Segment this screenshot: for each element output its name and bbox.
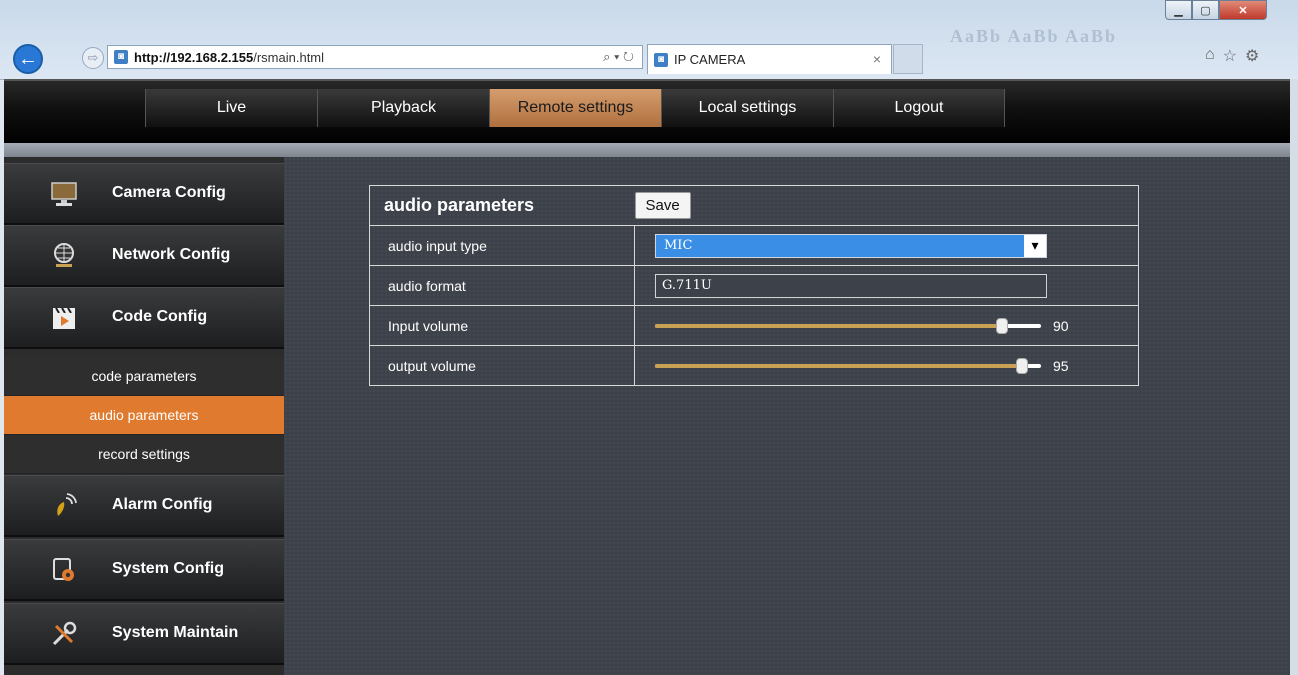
url-text: http://192.168.2.155/rsmain.html xyxy=(134,49,325,65)
sidebar-item-system-maintain[interactable]: System Maintain xyxy=(4,603,284,665)
close-window-button[interactable]: ✕ xyxy=(1219,0,1267,20)
tab-title: IP CAMERA xyxy=(674,52,746,67)
system-gear-icon xyxy=(53,558,74,581)
sidebar: Camera Config Network Config Code Config… xyxy=(4,157,284,675)
nav-logout[interactable]: Logout xyxy=(833,89,1005,127)
site-favicon-icon: ◙ xyxy=(114,50,128,64)
audio-format-label: audio format xyxy=(369,265,635,306)
panel-title: audio parameters xyxy=(384,195,535,215)
output-volume-thumb[interactable] xyxy=(1016,357,1028,374)
audio-parameters-panel: audio parameters Save audio input type M… xyxy=(369,185,1139,386)
sidebar-subitem-audio-parameters[interactable]: audio parameters xyxy=(4,396,284,435)
background-ribbon-ghost: AaBb AaBb AaBb xyxy=(950,26,1118,46)
sidebar-item-alarm-config[interactable]: Alarm Config xyxy=(4,475,284,537)
save-button[interactable]: Save xyxy=(634,192,691,219)
forward-arrow-icon: ⇨ xyxy=(87,50,99,65)
output-volume-value: 95 xyxy=(1053,357,1069,374)
input-volume-slider[interactable]: 90 xyxy=(655,316,1069,336)
forward-button[interactable]: ⇨ xyxy=(82,47,104,69)
new-tab-button[interactable] xyxy=(893,44,923,74)
input-volume-fill xyxy=(655,323,1002,328)
tab-favicon-icon: ◙ xyxy=(654,52,668,67)
browser-tab[interactable]: ◙ IP CAMERA × xyxy=(647,44,892,74)
sidebar-item-code-config[interactable]: Code Config xyxy=(4,287,284,349)
tools-wrench-icon xyxy=(52,621,77,646)
favorites-star-icon[interactable]: ☆ xyxy=(1223,46,1237,66)
chevron-down-icon: ▾ xyxy=(1024,234,1046,257)
sidebar-subitem-record-settings[interactable]: record settings xyxy=(4,435,284,474)
maximize-button[interactable]: ▢ xyxy=(1192,0,1219,20)
address-bar[interactable]: ◙ http://192.168.2.155/rsmain.html ⌕ ▾ ↻ xyxy=(107,45,643,69)
browser-toolbar-right: ⌂ ☆ ⚙ xyxy=(1205,46,1259,66)
output-volume-fill xyxy=(655,363,1022,368)
window-controls: ▁ ▢ ✕ xyxy=(1165,0,1267,20)
clapperboard-icon xyxy=(53,307,75,329)
audio-input-type-label: audio input type xyxy=(369,225,635,266)
audio-input-type-select[interactable]: MIC ▾ xyxy=(655,233,1047,258)
home-icon[interactable]: ⌂ xyxy=(1205,46,1215,66)
separator-strip xyxy=(4,143,1290,157)
top-navigation: Live Playback Remote settings Local sett… xyxy=(4,79,1290,143)
globe-network-icon xyxy=(54,243,74,267)
input-volume-label: Input volume xyxy=(369,305,635,346)
output-volume-slider[interactable]: 95 xyxy=(655,356,1069,376)
input-volume-value: 90 xyxy=(1053,317,1069,334)
alarm-siren-icon xyxy=(57,493,77,516)
browser-chrome: AaBb AaBb AaBb ← ⇨ ◙ http://192.168.2.15… xyxy=(0,0,1298,80)
output-volume-label: output volume xyxy=(369,345,635,386)
tab-close-icon[interactable]: × xyxy=(873,51,881,67)
audio-format-field[interactable]: G.711U xyxy=(655,273,1047,298)
sidebar-item-network-config[interactable]: Network Config xyxy=(4,225,284,287)
minimize-button[interactable]: ▁ xyxy=(1165,0,1192,20)
nav-local-settings[interactable]: Local settings xyxy=(661,89,833,127)
settings-gear-icon[interactable]: ⚙ xyxy=(1245,46,1259,66)
sidebar-item-camera-config[interactable]: Camera Config xyxy=(4,163,284,225)
sidebar-item-system-config[interactable]: System Config xyxy=(4,539,284,601)
input-volume-thumb[interactable] xyxy=(996,317,1008,334)
back-arrow-icon: ← xyxy=(18,47,38,70)
nav-live[interactable]: Live xyxy=(145,89,317,127)
monitor-icon xyxy=(51,182,77,206)
nav-remote-settings[interactable]: Remote settings xyxy=(489,89,661,127)
sidebar-subitem-code-parameters[interactable]: code parameters xyxy=(4,357,284,396)
address-tools[interactable]: ⌕ ▾ ↻ xyxy=(603,49,634,65)
back-button[interactable]: ← xyxy=(13,44,43,74)
nav-playback[interactable]: Playback xyxy=(317,89,489,127)
